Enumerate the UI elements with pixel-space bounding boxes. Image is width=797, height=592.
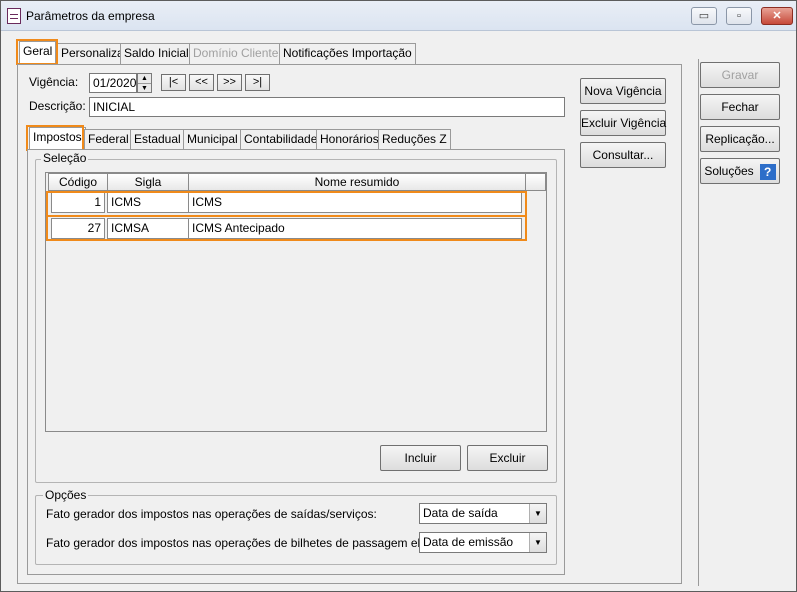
tab-personaliza[interactable]: Personaliza xyxy=(57,43,128,64)
col-sigla-header[interactable]: Sigla xyxy=(107,173,189,191)
maximize-button[interactable]: ▫ xyxy=(726,7,752,25)
consultar-button[interactable]: Consultar... xyxy=(580,142,666,168)
impostos-grid[interactable]: Código Sigla Nome resumido 1 ICMS ICMS 2… xyxy=(45,172,547,432)
first-vigencia-button[interactable]: |< xyxy=(161,74,186,91)
fato-bilhetes-label: Fato gerador dos impostos nas operações … xyxy=(46,536,467,550)
col-blank-header xyxy=(525,173,546,191)
col-nome-header[interactable]: Nome resumido xyxy=(188,173,526,191)
minimize-button[interactable]: ▭ xyxy=(691,7,717,25)
cell-sigla[interactable]: ICMS xyxy=(107,192,189,213)
spin-up-icon[interactable]: ▲ xyxy=(138,74,151,83)
descricao-label: Descrição: xyxy=(29,99,86,113)
tab-dominio-cliente[interactable]: Domínio Cliente xyxy=(189,43,283,64)
subtab-reducoes-z[interactable]: Reduções Z xyxy=(378,129,451,150)
fechar-button[interactable]: Fechar xyxy=(700,94,780,120)
subtab-honorarios[interactable]: Honorários xyxy=(316,129,383,150)
fato-saidas-value: Data de saída xyxy=(423,506,498,520)
chevron-down-icon[interactable]: ▼ xyxy=(529,504,546,523)
subtab-estadual[interactable]: Estadual xyxy=(130,129,185,150)
document-icon xyxy=(7,8,21,24)
help-icon: ? xyxy=(759,163,776,180)
fato-saidas-label: Fato gerador dos impostos nas operações … xyxy=(46,507,377,521)
cell-codigo[interactable]: 1 xyxy=(51,192,105,213)
cell-codigo[interactable]: 27 xyxy=(51,218,105,239)
vigencia-spinner[interactable]: ▲ ▼ xyxy=(137,73,152,93)
cell-sigla[interactable]: ICMSA xyxy=(107,218,189,239)
main-tab-strip: Geral Personaliza Saldo Inicial Domínio … xyxy=(17,41,417,65)
vigencia-input[interactable]: 01/2020 xyxy=(89,73,137,93)
opcoes-label: Opções xyxy=(43,488,89,502)
selecao-label: Seleção xyxy=(41,151,89,165)
nova-vigencia-button[interactable]: Nova Vigência xyxy=(580,78,666,104)
tab-geral[interactable]: Geral xyxy=(19,41,57,64)
fato-bilhetes-select[interactable]: Data de emissão ▼ xyxy=(419,532,547,553)
vigencia-label: Vigência: xyxy=(29,75,79,89)
next-vigencia-button[interactable]: >> xyxy=(217,74,242,91)
window-title: Parâmetros da empresa xyxy=(26,9,155,23)
solucoes-button[interactable]: Soluções? xyxy=(700,158,780,184)
replicacao-button[interactable]: Replicação... xyxy=(700,126,780,152)
prev-vigencia-button[interactable]: << xyxy=(189,74,214,91)
subtab-contabilidade[interactable]: Contabilidade xyxy=(240,129,322,150)
title-bar: Parâmetros da empresa ▭ ▫ ✕ xyxy=(1,1,796,31)
parametros-window: Parâmetros da empresa ▭ ▫ ✕ Geral Person… xyxy=(0,0,797,592)
tab-notificacoes-importacao[interactable]: Notificações Importação xyxy=(279,43,416,64)
cell-nome[interactable]: ICMS Antecipado xyxy=(188,218,522,239)
chevron-down-icon[interactable]: ▼ xyxy=(529,533,546,552)
descricao-input[interactable]: INICIAL xyxy=(89,97,565,117)
subtab-municipal[interactable]: Municipal xyxy=(183,129,242,150)
tab-saldo-inicial[interactable]: Saldo Inicial xyxy=(120,43,193,64)
close-button[interactable]: ✕ xyxy=(761,7,793,25)
excluir-vigencia-button[interactable]: Excluir Vigência xyxy=(580,110,666,136)
excluir-button[interactable]: Excluir xyxy=(467,445,548,471)
last-vigencia-button[interactable]: >| xyxy=(245,74,270,91)
fato-bilhetes-value: Data de emissão xyxy=(423,535,514,549)
incluir-button[interactable]: Incluir xyxy=(380,445,461,471)
spin-down-icon[interactable]: ▼ xyxy=(138,83,151,92)
gravar-button[interactable]: Gravar xyxy=(700,62,780,88)
col-codigo-header[interactable]: Código xyxy=(48,173,108,191)
cell-nome[interactable]: ICMS xyxy=(188,192,522,213)
subtab-impostos[interactable]: Impostos xyxy=(29,127,86,150)
right-divider xyxy=(698,59,699,586)
subtab-federal[interactable]: Federal xyxy=(84,129,133,150)
fato-saidas-select[interactable]: Data de saída ▼ xyxy=(419,503,547,524)
solucoes-label: Soluções xyxy=(704,164,754,178)
